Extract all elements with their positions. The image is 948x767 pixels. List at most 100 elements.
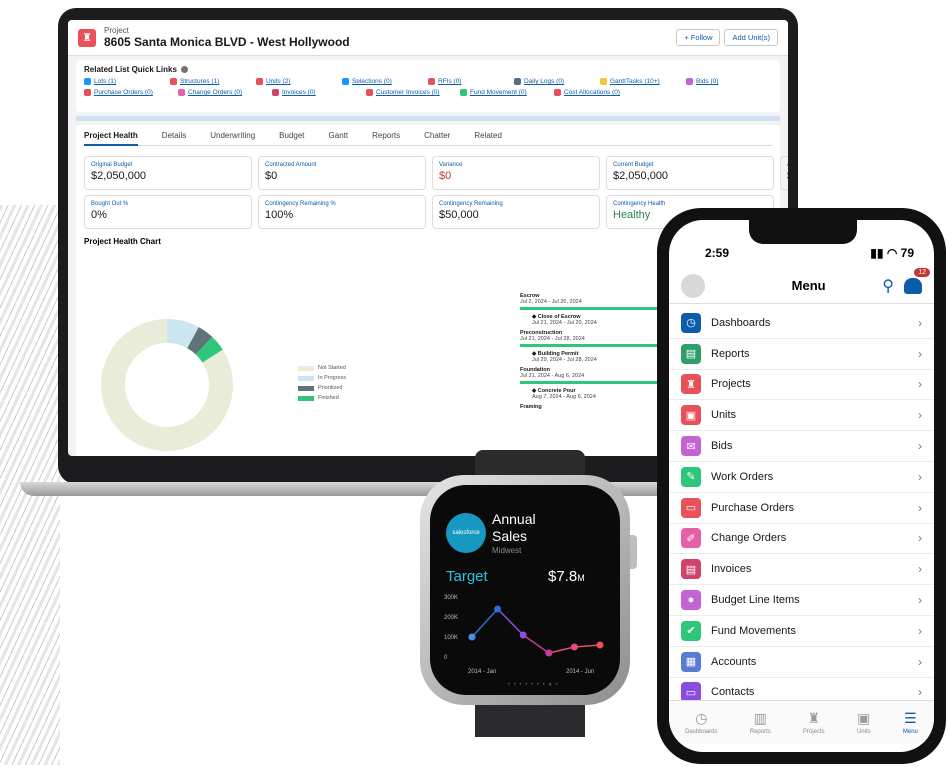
metric-label: Variance: [439, 162, 463, 168]
donut-chart: [101, 319, 234, 451]
legend-label: Prioritized: [318, 385, 343, 391]
quick-link-label: GanttTasks (10+): [610, 78, 660, 85]
data-point[interactable]: [545, 649, 553, 657]
search-icon[interactable]: ⚲: [882, 276, 894, 296]
gantt-task-dates: Jul 31, 2024 - Aug 6, 2024: [520, 373, 585, 379]
bell-icon[interactable]: 12: [903, 267, 930, 294]
menu-item-purchase-orders[interactable]: ▭ Purchase Orders ›: [669, 493, 934, 524]
tab-underwriting[interactable]: Underwriting: [210, 131, 255, 140]
circle-icon: ●: [681, 590, 701, 611]
x-tick-label: 2014 - Jan: [468, 669, 496, 675]
data-point[interactable]: [468, 633, 476, 641]
legend-label: Finished: [318, 395, 339, 401]
menu-item-label: Accounts: [711, 655, 757, 668]
data-point[interactable]: [596, 641, 604, 649]
mail-icon: ✉: [681, 436, 701, 457]
metric-card: Variance $0: [432, 156, 600, 190]
quick-link[interactable]: Change Orders (0): [178, 89, 272, 96]
quick-link[interactable]: Cost Allocations (0): [554, 89, 648, 96]
menu-item-units[interactable]: ▣ Units ›: [669, 400, 934, 432]
quick-link[interactable]: Bids (0): [686, 78, 772, 85]
castle-icon: ♜: [681, 374, 701, 395]
quick-link[interactable]: Purchase Orders (0): [84, 89, 178, 96]
gantt-bar[interactable]: [520, 307, 670, 310]
tab-chatter[interactable]: Chatter: [424, 131, 450, 140]
metric-label: Current Budget: [613, 162, 654, 168]
menu-item-accounts[interactable]: ▦ Accounts ›: [669, 647, 934, 678]
gantt-task-name: Framing: [520, 404, 542, 410]
quick-link[interactable]: Lots (1): [84, 78, 170, 85]
y-tick-label: 0: [444, 655, 448, 661]
object-icon: [366, 89, 373, 96]
tab-label: Units: [856, 729, 871, 735]
menu-icon: ☰: [904, 710, 917, 726]
menu-item-dashboards[interactable]: ◷ Dashboards ›: [669, 308, 934, 339]
quick-link[interactable]: Invoices (0): [272, 89, 366, 96]
data-point[interactable]: [519, 631, 527, 639]
menu-item-work-orders[interactable]: ✎ Work Orders ›: [669, 462, 934, 493]
follow-button[interactable]: + Follow: [676, 29, 721, 46]
gantt-milestone: ◆ Close of Escrow Jul 21, 2024 - Jul 20, …: [520, 314, 680, 326]
gantt-task-dates: Jul 21, 2024 - Jul 28, 2024: [520, 336, 585, 342]
quick-link[interactable]: Units (2): [256, 78, 342, 85]
quick-link[interactable]: Daily Logs (0): [514, 78, 600, 85]
watch-title-line: Sales: [492, 528, 528, 544]
add-units-button[interactable]: Add Unit(s): [724, 29, 778, 46]
watch-target-label: Target: [446, 568, 488, 585]
quick-link-label: Purchase Orders (0): [94, 89, 153, 96]
menu-item-label: Change Orders: [711, 532, 787, 545]
tab-reports[interactable]: ▥ Reports: [750, 710, 771, 735]
phone-screen: 2:59 ▮▮ ◠ 79 Menu ⚲ 12 ◷ Dashboards › ▤ Repo…: [669, 220, 934, 752]
tab-gantt[interactable]: Gantt: [329, 131, 349, 140]
metric-value: $0: [439, 170, 452, 182]
menu-item-projects[interactable]: ♜ Projects ›: [669, 370, 934, 401]
tab-project-health[interactable]: Project Health: [84, 131, 138, 146]
tab-units[interactable]: ▣ Units: [857, 710, 871, 735]
quick-link-label: Change Orders (0): [188, 89, 243, 96]
status-bar: 2:59 ▮▮ ◠ 79: [705, 246, 914, 260]
tab-details[interactable]: Details: [162, 131, 186, 140]
quick-link[interactable]: Selections (0): [342, 78, 428, 85]
series-line-segment: [548, 646, 575, 654]
reports-icon: ▥: [753, 710, 767, 726]
quick-link-label: Selections (0): [352, 78, 392, 85]
metric-card: Current Budget $2,050,000: [606, 156, 774, 190]
menu-item-invoices[interactable]: ▤ Invoices ›: [669, 554, 934, 586]
object-icon: [514, 78, 521, 85]
tab-menu[interactable]: ☰ Menu: [903, 710, 918, 735]
quick-links-title: Related List Quick Links: [84, 65, 177, 74]
phone-header: Menu ⚲ 12: [669, 267, 934, 304]
gantt-bar[interactable]: [520, 381, 670, 384]
tab-reports[interactable]: Reports: [372, 131, 400, 140]
quick-link[interactable]: Structures (1): [170, 78, 256, 85]
tab-budget[interactable]: Budget: [279, 131, 304, 140]
data-point[interactable]: [494, 605, 502, 613]
gantt-bar[interactable]: [520, 344, 670, 347]
tab-projects[interactable]: ♜ Projects: [803, 710, 825, 735]
info-icon[interactable]: [180, 66, 188, 73]
tab-dashboards[interactable]: ◷ Dashboards: [685, 710, 717, 735]
page-title: Menu: [791, 278, 826, 293]
salesforce-logo: salesforce: [446, 513, 486, 553]
menu-item-budget-line-items[interactable]: ● Budget Line Items ›: [669, 585, 934, 616]
metric-label: Contingency Health: [613, 201, 666, 207]
menu-item-change-orders[interactable]: ✐ Change Orders ›: [669, 524, 934, 555]
quick-link[interactable]: Customer Invoices (0): [366, 89, 460, 96]
data-point[interactable]: [570, 643, 578, 651]
quick-link[interactable]: Fund Movement (0): [460, 89, 554, 96]
menu-item-fund-movements[interactable]: ✔ Fund Movements ›: [669, 616, 934, 647]
metric-label: Original Budget: [91, 162, 133, 168]
chevron-right-icon: ›: [918, 315, 922, 330]
record-title: 8605 Santa Monica BLVD - West Hollywood: [104, 35, 350, 49]
avatar[interactable]: [681, 273, 705, 298]
y-tick-label: 100K: [444, 635, 458, 641]
quick-link[interactable]: RFIs (0): [428, 78, 514, 85]
menu-item-label: Work Orders: [711, 470, 774, 483]
quick-link-label: Fund Movement (0): [470, 89, 527, 96]
quick-link[interactable]: GanttTasks (10+): [600, 78, 686, 85]
metric-value: 0%: [91, 209, 107, 221]
tab-related[interactable]: Related: [474, 131, 502, 140]
menu-item-bids[interactable]: ✉ Bids ›: [669, 431, 934, 462]
menu-item-reports[interactable]: ▤ Reports ›: [669, 339, 934, 370]
quick-link-label: Lots (1): [94, 78, 117, 85]
